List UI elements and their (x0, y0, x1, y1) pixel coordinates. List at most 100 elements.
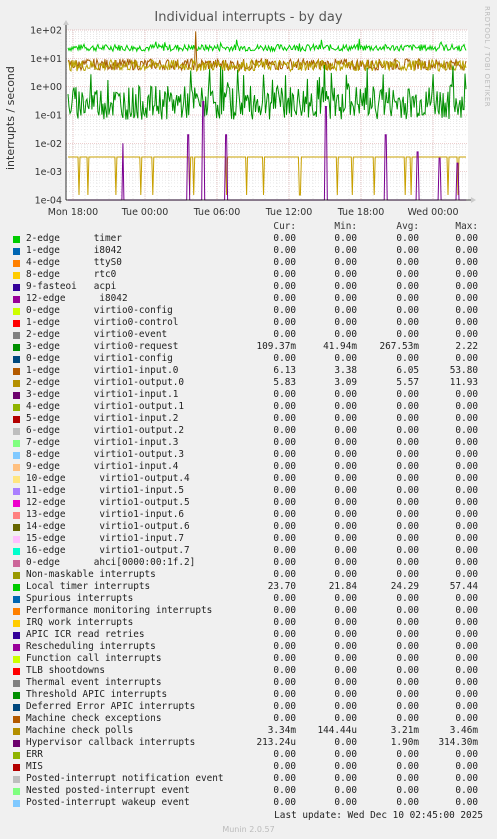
legend-swatch (13, 764, 20, 771)
legend-row: MIS 0.00 0.00 0.00 0.00 (0, 761, 497, 773)
legend-cur: 0.00 (273, 413, 296, 424)
legend-swatch (13, 584, 20, 591)
x-tick-label: Tue 18:00 (337, 207, 385, 218)
legend-max: 11.93 (449, 377, 478, 388)
legend-row: 0-edge ahci[0000:00:1f.2] 0.00 0.00 0.00 0.0… (0, 557, 497, 569)
legend-min: 0.00 (334, 605, 357, 616)
legend-label: 1-edge virtio1-input.0 (26, 365, 179, 376)
chart-plot: Mon 18:00 Tue 00:00 Tue 06:00 Tue 12:00 Tue … (30, 20, 476, 218)
legend-cur: 5.83 (273, 377, 296, 388)
legend-max: 3.46m (449, 725, 478, 736)
y-tick-label: 1e-04 (35, 196, 62, 207)
legend-min: 0.00 (334, 785, 357, 796)
legend-cur: 0.00 (273, 353, 296, 364)
legend-label: 8-edge rtc0 (26, 269, 117, 280)
legend-row: 6-edge virtio1-output.2 0.00 0.00 0.00 0.00 (0, 425, 497, 437)
legend-label: 2-edge virtio1-output.0 (26, 377, 185, 388)
legend-label: 9-fasteoi acpi (26, 281, 117, 292)
legend-label: 6-edge virtio1-output.2 (26, 425, 185, 436)
legend-swatch (13, 284, 20, 291)
legend-max: 0.00 (455, 797, 478, 808)
legend-row: 7-edge virtio1-input.3 0.00 0.00 0.00 0.00 (0, 437, 497, 449)
legend-label: Thermal event interrupts (26, 677, 162, 688)
legend-swatch (13, 728, 20, 735)
legend-min: 3.09 (334, 377, 357, 388)
legend-cur: 0.00 (273, 641, 296, 652)
x-tick-label: Tue 06:00 (193, 207, 241, 218)
legend-max: 0.00 (455, 281, 478, 292)
legend-cur: 0.00 (273, 485, 296, 496)
legend-max: 0.00 (455, 533, 478, 544)
legend-label: Performance monitoring interrupts (26, 605, 213, 616)
legend-row: 8-edge virtio1-output.3 0.00 0.00 0.00 0.00 (0, 449, 497, 461)
legend-swatch (13, 680, 20, 687)
legend-swatch (13, 260, 20, 267)
header-cur: Cur: (273, 221, 296, 232)
legend-min: 0.00 (334, 353, 357, 364)
legend-max: 0.00 (455, 665, 478, 676)
legend-cur: 0.00 (273, 293, 296, 304)
legend-min: 0.00 (334, 305, 357, 316)
legend-min: 0.00 (334, 761, 357, 772)
legend-cur: 0.00 (273, 305, 296, 316)
legend-swatch (13, 272, 20, 279)
legend-label: 1-edge i8042 (26, 245, 122, 256)
legend-max: 0.00 (455, 689, 478, 700)
legend-cur: 0.00 (273, 677, 296, 688)
legend-max: 0.00 (455, 389, 478, 400)
legend-label: 9-edge virtio1-input.4 (26, 461, 179, 472)
legend-swatch (13, 632, 20, 639)
legend-row: Rescheduling interrupts 0.00 0.00 0.00 0.00 (0, 641, 497, 653)
legend-swatch (13, 716, 20, 723)
legend-cur: 0.00 (273, 269, 296, 280)
legend-row: 13-edge virtio1-input.6 0.00 0.00 0.00 0.00 (0, 509, 497, 521)
legend-swatch (13, 440, 20, 447)
legend-max: 0.00 (455, 521, 478, 532)
legend-label: 0-edge virtio0-config (26, 305, 173, 316)
legend-min: 0.00 (334, 521, 357, 532)
legend-min: 0.00 (334, 773, 357, 784)
legend-label: TLB shootdowns (26, 665, 106, 676)
legend-swatch (13, 776, 20, 783)
legend-row: Function call interrupts 0.00 0.00 0.00 0.00 (0, 653, 497, 665)
legend-min: 0.00 (334, 413, 357, 424)
legend-max: 0.00 (455, 485, 478, 496)
legend-min: 0.00 (334, 653, 357, 664)
legend-cur: 0.00 (273, 629, 296, 640)
legend-cur: 0.00 (273, 653, 296, 664)
legend-row: IRQ work interrupts 0.00 0.00 0.00 0.00 (0, 617, 497, 629)
legend-max: 0.00 (455, 245, 478, 256)
legend-min: 21.84 (328, 581, 357, 592)
legend-label: Posted-interrupt notification event (26, 773, 224, 784)
legend-max: 0.00 (455, 305, 478, 316)
legend-cur: 0.00 (273, 401, 296, 412)
legend-label: 4-edge ttyS0 (26, 257, 122, 268)
legend-row: Posted-interrupt notification event 0.00 0… (0, 773, 497, 785)
legend-max: 0.00 (455, 545, 478, 556)
legend-cur: 0.00 (273, 497, 296, 508)
legend-row: 15-edge virtio1-input.7 0.00 0.00 0.00 0.00 (0, 533, 497, 545)
legend-max: 0.00 (455, 293, 478, 304)
legend-swatch (13, 488, 20, 495)
legend-row: Hypervisor callback interrupts 213.24u 0.0… (0, 737, 497, 749)
legend-min: 0.00 (334, 665, 357, 676)
legend-max: 0.00 (455, 329, 478, 340)
legend-max: 0.00 (455, 653, 478, 664)
legend-label: 1-edge virtio0-control (26, 317, 179, 328)
legend-min: 0.00 (334, 437, 357, 448)
legend-label: Non-maskable interrupts (26, 569, 156, 580)
legend-swatch (13, 344, 20, 351)
legend-max: 53.80 (449, 365, 478, 376)
legend-swatch (13, 296, 20, 303)
legend-row: 9-fasteoi acpi 0.00 0.00 0.00 0.00 (0, 281, 497, 293)
legend-min: 0.00 (334, 797, 357, 808)
legend-swatch (13, 704, 20, 711)
legend-min: 0.00 (334, 293, 357, 304)
munin-version: Munin 2.0.57 (222, 825, 275, 834)
legend-row: Machine check exceptions 0.00 0.00 0.00 0.00 (0, 713, 497, 725)
legend-row: 2-edge virtio0-event 0.00 0.00 0.00 0.00 (0, 329, 497, 341)
legend-max: 0.00 (455, 317, 478, 328)
legend-max: 0.00 (455, 629, 478, 640)
legend-min: 0.00 (334, 389, 357, 400)
legend-cur: 0.00 (273, 773, 296, 784)
